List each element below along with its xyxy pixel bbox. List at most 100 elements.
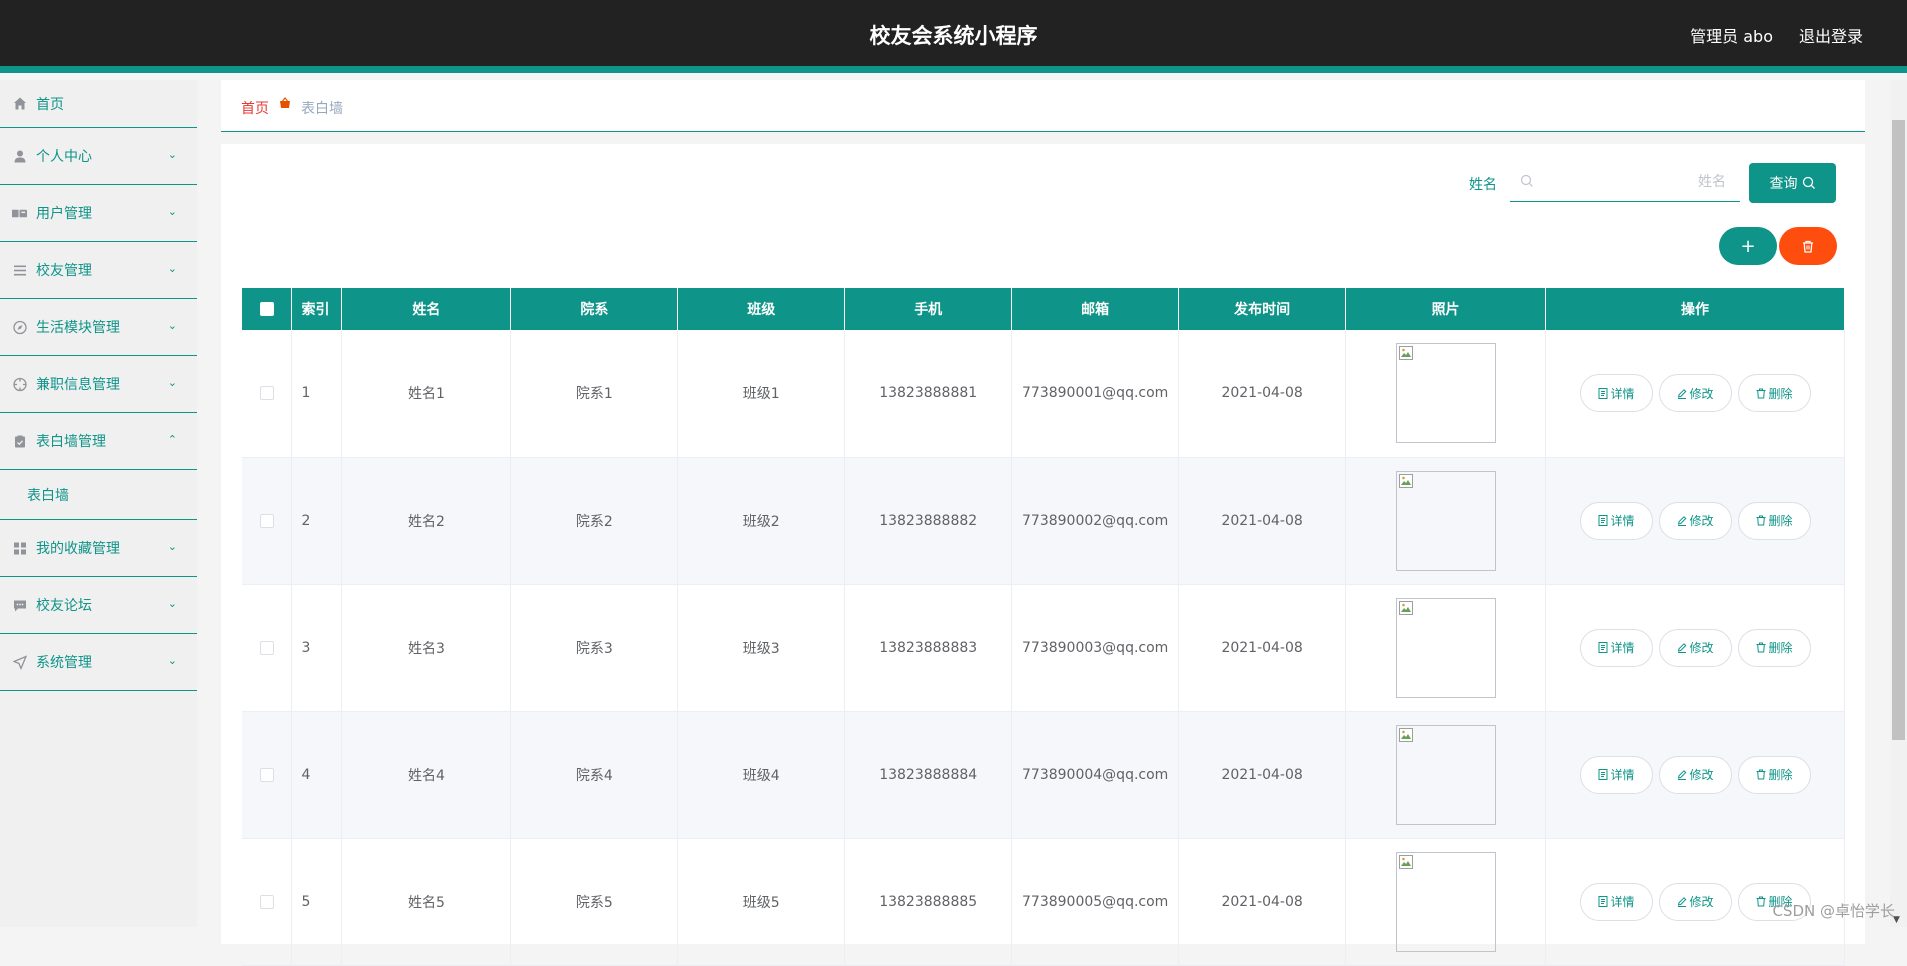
chevron-down-icon: ⌄ — [168, 205, 177, 218]
broken-image-icon — [1399, 728, 1413, 742]
edit-button[interactable]: 修改 — [1659, 756, 1732, 794]
chevron-down-icon: ⌄ — [168, 597, 177, 610]
page-scrollbar[interactable]: ▼ — [1890, 80, 1907, 927]
edit-button[interactable]: 修改 — [1659, 629, 1732, 667]
table-cell-actions: 详情修改删除 — [1546, 457, 1845, 584]
row-select-cell[interactable] — [242, 838, 292, 965]
row-checkbox[interactable] — [260, 641, 274, 655]
photo-thumbnail[interactable] — [1396, 471, 1496, 571]
row-checkbox[interactable] — [260, 895, 274, 909]
row-select-cell[interactable] — [242, 330, 292, 457]
delete-button-label: 删除 — [1769, 385, 1793, 402]
app-title: 校友会系统小程序 — [0, 20, 1907, 50]
breadcrumb-home[interactable]: 首页 — [241, 98, 269, 118]
photo-thumbnail[interactable] — [1396, 343, 1496, 443]
scrollbar-thumb[interactable] — [1892, 120, 1905, 740]
plus-icon: + — [1740, 236, 1755, 257]
detail-button[interactable]: 详情 — [1580, 502, 1653, 540]
search-icon — [1802, 176, 1816, 190]
table-cell-phone: 13823888882 — [845, 457, 1012, 584]
table-cell-class: 班级2 — [678, 457, 845, 584]
photo-thumbnail[interactable] — [1396, 725, 1496, 825]
sidebar-item-home[interactable]: 首页 — [0, 80, 197, 128]
row-checkbox[interactable] — [260, 386, 274, 400]
row-checkbox[interactable] — [260, 768, 274, 782]
search-label: 姓名 — [1469, 174, 1497, 194]
table-cell-name: 姓名1 — [342, 330, 511, 457]
sidebar-item-users[interactable]: 用户管理 ⌄ — [0, 185, 197, 242]
table-cell-phone: 13823888883 — [845, 584, 1012, 711]
chevron-down-icon: ⌄ — [168, 540, 177, 553]
row-select-cell[interactable] — [242, 584, 292, 711]
trash-icon — [1756, 388, 1766, 399]
detail-button[interactable]: 详情 — [1580, 883, 1653, 921]
table-header-cell: 姓名 — [342, 288, 511, 330]
delete-button[interactable]: 删除 — [1738, 629, 1811, 667]
chevron-down-icon: ⌄ — [168, 262, 177, 275]
sidebar-item-alumni[interactable]: 校友管理 ⌄ — [0, 242, 197, 299]
logout-link[interactable]: 退出登录 — [1799, 23, 1863, 47]
sidebar-item-parttime[interactable]: 兼职信息管理 ⌄ — [0, 356, 197, 413]
detail-button-label: 详情 — [1611, 639, 1635, 656]
table-body: 1姓名1院系1班级113823888881773890001@qq.com202… — [242, 330, 1845, 965]
edit-button[interactable]: 修改 — [1659, 883, 1732, 921]
detail-button[interactable]: 详情 — [1580, 374, 1653, 412]
table-cell-email: 773890005@qq.com — [1012, 838, 1179, 965]
sidebar-item-favorites[interactable]: 我的收藏管理 ⌄ — [0, 520, 197, 577]
top-header: 校友会系统小程序 管理员 abo 退出登录 — [0, 0, 1907, 73]
table-cell-date: 2021-04-08 — [1179, 330, 1346, 457]
table-cell-photo — [1346, 838, 1546, 965]
sidebar-item-forum[interactable]: 校友论坛 ⌄ — [0, 577, 197, 634]
sidebar-item-label: 我的收藏管理 — [36, 538, 120, 558]
edit-icon — [1677, 642, 1687, 653]
sidebar-item-system[interactable]: 系统管理 ⌄ — [0, 634, 197, 691]
select-all-checkbox[interactable] — [260, 302, 274, 316]
users-icon — [12, 206, 27, 221]
table-cell-email: 773890004@qq.com — [1012, 711, 1179, 838]
table-cell-actions: 详情修改 删除 — [1546, 711, 1845, 838]
add-button[interactable]: + — [1719, 227, 1777, 265]
table-cell-class: 班级3 — [678, 584, 845, 711]
delete-button[interactable]: 删除 — [1738, 502, 1811, 540]
sidebar-subitem-confession-wall[interactable]: 表白墙 — [0, 470, 197, 520]
header-select-all[interactable] — [242, 288, 292, 330]
table-row: 5姓名5院系5班级513823888885773890005@qq.com202… — [242, 838, 1845, 965]
sidebar-item-label: 校友管理 — [36, 260, 92, 280]
row-select-cell[interactable] — [242, 711, 292, 838]
table-cell-index: 5 — [292, 838, 342, 965]
chevron-down-icon: ⌄ — [168, 148, 177, 161]
sidebar-item-label: 首页 — [36, 94, 64, 114]
sidebar-item-life[interactable]: 生活模块管理 ⌄ — [0, 299, 197, 356]
row-select-cell[interactable] — [242, 457, 292, 584]
table-header-cell: 班级 — [678, 288, 845, 330]
list-icon — [12, 263, 27, 278]
batch-delete-button[interactable] — [1779, 227, 1837, 265]
delete-button[interactable]: 删除 — [1738, 756, 1811, 794]
table-cell-name: 姓名2 — [342, 457, 511, 584]
query-button[interactable]: 查询 — [1749, 163, 1836, 203]
photo-thumbnail[interactable] — [1396, 598, 1496, 698]
detail-button-label: 详情 — [1611, 385, 1635, 402]
chevron-up-icon: ⌃ — [168, 433, 177, 446]
table-row: 2姓名2院系2班级213823888882773890002@qq.com202… — [242, 457, 1845, 584]
sidebar-item-profile[interactable]: 个人中心 ⌄ — [0, 128, 197, 185]
table-cell-index: 2 — [292, 457, 342, 584]
delete-button[interactable]: 删除 — [1738, 374, 1811, 412]
search-input[interactable] — [1546, 170, 1726, 194]
photo-thumbnail[interactable] — [1396, 852, 1496, 952]
sidebar-item-confession[interactable]: 表白墙管理 ⌃ — [0, 413, 197, 470]
detail-button[interactable]: 详情 — [1580, 756, 1653, 794]
edit-button[interactable]: 修改 — [1659, 374, 1732, 412]
compass-icon — [12, 320, 27, 335]
row-checkbox[interactable] — [260, 514, 274, 528]
edit-button[interactable]: 修改 — [1659, 502, 1732, 540]
table-cell-dept: 院系1 — [511, 330, 678, 457]
table-cell-photo — [1346, 457, 1546, 584]
grid-icon — [12, 541, 27, 556]
delete-button-label: 删除 — [1769, 766, 1793, 783]
search-icon — [1520, 174, 1534, 188]
table-cell-class: 班级5 — [678, 838, 845, 965]
broken-image-icon — [1399, 346, 1413, 360]
detail-button[interactable]: 详情 — [1580, 629, 1653, 667]
table-cell-email: 773890001@qq.com — [1012, 330, 1179, 457]
